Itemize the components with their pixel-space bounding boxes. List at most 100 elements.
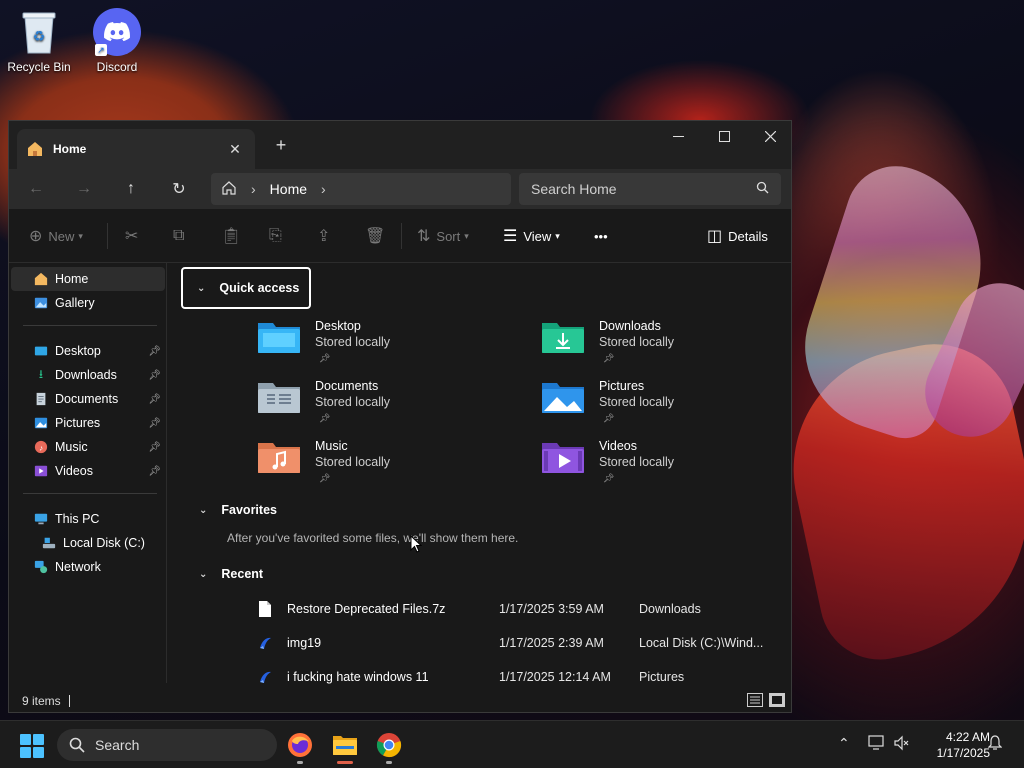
sidebar-item-desktop[interactable]: Desktop 📌︎	[11, 339, 165, 363]
recent-file-row[interactable]: img19 1/17/2025 2:39 AM Local Disk (C:)\…	[257, 633, 787, 653]
taskbar-app-firefox[interactable]	[284, 729, 316, 764]
sidebar-item-gallery[interactable]: Gallery	[11, 291, 165, 315]
details-view-toggle[interactable]	[747, 693, 763, 707]
address-bar[interactable]: › Home ›	[211, 173, 511, 205]
forward-button[interactable]: →	[71, 177, 97, 201]
sidebar-item-documents[interactable]: Documents 📌︎	[11, 387, 165, 411]
desktop-icon-discord[interactable]: ↗ Discord	[82, 8, 152, 74]
sidebar-item-videos[interactable]: Videos 📌︎	[11, 459, 165, 483]
desktop-folder-icon	[258, 323, 300, 353]
pin-icon: 📌︎	[603, 473, 615, 483]
quick-access-folder-desktop[interactable]: Desktop Stored locally 📌︎	[257, 319, 517, 375]
pin-icon[interactable]: 📌︎	[148, 418, 161, 429]
close-window-button[interactable]	[747, 121, 791, 151]
share-button[interactable]: ⇪	[317, 226, 336, 246]
network-icon	[33, 559, 49, 575]
taskbar-app-chrome[interactable]	[373, 729, 405, 764]
chevron-down-icon: ▾	[464, 230, 469, 241]
delete-button[interactable]: 🗑︎	[365, 226, 391, 246]
monitor-icon	[33, 511, 49, 527]
sidebar-divider	[23, 493, 157, 494]
details-button[interactable]: ◫ Details	[707, 226, 768, 246]
windows-logo-icon	[20, 734, 31, 745]
taskbar-search[interactable]	[57, 729, 277, 761]
sidebar-item-network[interactable]: Network	[11, 555, 165, 579]
divider	[107, 223, 108, 249]
pin-icon[interactable]: 📌︎	[148, 370, 161, 381]
chrome-icon	[376, 733, 402, 758]
new-button[interactable]: ⊕ New ▾	[29, 226, 83, 246]
new-tab-button[interactable]: +	[271, 135, 291, 155]
svg-text:♻: ♻	[33, 28, 46, 44]
pin-icon[interactable]: 📌︎	[148, 466, 161, 477]
start-button[interactable]	[20, 734, 44, 758]
quick-access-header[interactable]: ⌄ Quick access	[181, 267, 311, 309]
tab-bar: Home ✕ +	[9, 121, 791, 169]
videos-icon	[33, 463, 49, 479]
favorites-header[interactable]: ⌄ Favorites	[199, 503, 277, 517]
refresh-button[interactable]: ↻	[166, 177, 192, 201]
close-icon	[764, 130, 776, 142]
breadcrumb-chevron-icon[interactable]: ›	[321, 181, 326, 197]
document-icon	[33, 391, 49, 407]
download-arrow-icon: ⭳	[38, 366, 44, 381]
breadcrumb-home[interactable]: Home	[270, 181, 307, 197]
quick-access-folder-downloads[interactable]: Downloads Stored locally 📌︎	[541, 319, 791, 375]
copy-button[interactable]: ⧉	[173, 226, 190, 246]
recent-header[interactable]: ⌄ Recent	[199, 567, 263, 581]
sidebar-item-pictures[interactable]: Pictures 📌︎	[11, 411, 165, 435]
network-status-button[interactable]	[868, 735, 886, 754]
maximize-button[interactable]	[701, 121, 747, 151]
taskbar: ⌃ 4:22 AM 1/17/2025	[0, 720, 1024, 768]
sidebar-item-this-pc[interactable]: This PC	[11, 507, 165, 531]
shortcut-arrow-icon: ↗	[95, 44, 107, 56]
volume-button[interactable]	[894, 735, 910, 754]
recent-file-row[interactable]: Restore Deprecated Files.7z 1/17/2025 3:…	[257, 599, 787, 619]
pictures-icon	[33, 415, 49, 431]
show-hidden-icons-button[interactable]: ⌃	[838, 735, 850, 752]
firefox-icon	[288, 733, 312, 757]
sidebar-item-local-disk[interactable]: Local Disk (C:)	[11, 531, 165, 555]
home-icon	[221, 180, 237, 199]
breadcrumb-chevron-icon: ›	[251, 181, 256, 197]
desktop-icon-recycle-bin[interactable]: ♻ Recycle Bin	[4, 8, 74, 74]
pin-icon[interactable]: 📌︎	[148, 394, 161, 405]
share-icon: ⇪	[317, 228, 331, 245]
paste-button[interactable]: 📋︎	[221, 226, 247, 246]
pin-icon[interactable]: 📌︎	[148, 442, 161, 453]
view-button[interactable]: ☰ View ▾	[503, 226, 560, 246]
back-button[interactable]: ←	[23, 177, 49, 201]
more-options-button[interactable]: •••	[594, 226, 608, 246]
details-view-icon	[750, 696, 760, 704]
rename-button[interactable]: ⎘	[269, 226, 288, 246]
notifications-button[interactable]	[987, 735, 1003, 754]
quick-access-folder-pictures[interactable]: Pictures Stored locally 📌︎	[541, 379, 791, 435]
search-icon[interactable]	[756, 181, 769, 197]
minimize-button[interactable]	[655, 121, 701, 151]
close-tab-button[interactable]: ✕	[225, 139, 245, 159]
tab-home[interactable]: Home ✕	[17, 129, 255, 169]
tiles-view-toggle[interactable]	[769, 693, 785, 707]
sort-button[interactable]: ⇅ Sort ▾	[417, 226, 469, 246]
quick-access-folder-music[interactable]: Music Stored locally 📌︎	[257, 439, 517, 495]
sidebar-item-home[interactable]: Home	[11, 267, 165, 291]
image-file-icon	[260, 671, 271, 683]
arrow-right-icon: →	[76, 180, 92, 197]
clock[interactable]: 4:22 AM 1/17/2025	[914, 729, 990, 761]
pin-icon: 📌︎	[603, 413, 615, 423]
search-input[interactable]	[531, 181, 756, 197]
quick-access-folder-videos[interactable]: Videos Stored locally 📌︎	[541, 439, 791, 495]
favorites-empty-note: After you've favorited some files, we'll…	[227, 531, 519, 545]
maximize-icon	[718, 130, 730, 142]
up-button[interactable]: ↑	[118, 177, 144, 201]
pin-icon[interactable]: 📌︎	[148, 346, 161, 357]
search-box[interactable]	[519, 173, 781, 205]
quick-access-folder-documents[interactable]: Documents Stored locally 📌︎	[257, 379, 517, 435]
command-bar: ⊕ New ▾ ✂ ⧉ 📋︎ ⎘ ⇪ 🗑︎ ⇅ Sort ▾ ☰ View ▾ •••…	[9, 209, 791, 263]
cut-button[interactable]: ✂	[125, 226, 144, 246]
recent-file-row[interactable]: i fucking hate windows 11 1/17/2025 12:1…	[257, 667, 787, 687]
taskbar-app-file-explorer[interactable]	[329, 729, 361, 764]
taskbar-search-input[interactable]	[95, 737, 255, 753]
sidebar-item-downloads[interactable]: ⭳ Downloads 📌︎	[11, 363, 165, 387]
sidebar-item-music[interactable]: ♪ Music 📌︎	[11, 435, 165, 459]
